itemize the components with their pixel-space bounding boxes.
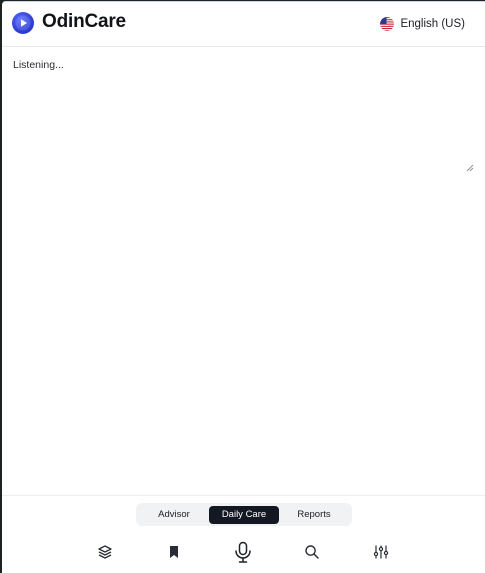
transcript-input[interactable] — [2, 48, 485, 174]
filters-button[interactable] — [369, 540, 393, 564]
bookmark-button[interactable] — [162, 540, 186, 564]
language-selector[interactable]: English (US) — [380, 15, 465, 33]
search-button[interactable] — [300, 540, 324, 564]
bookmark-icon — [170, 546, 178, 558]
transcript-area — [2, 48, 485, 174]
app-window: OdinCare English (US) Listening... Advis… — [2, 1, 485, 573]
microphone-icon — [235, 541, 251, 563]
header: OdinCare English (US) — [2, 1, 485, 47]
search-icon — [305, 545, 319, 559]
bottom-toolbar — [2, 538, 485, 566]
tab-reports[interactable]: Reports — [279, 506, 349, 524]
sliders-icon — [373, 545, 389, 559]
tab-advisor[interactable]: Advisor — [139, 506, 209, 524]
resize-handle-icon[interactable] — [466, 164, 474, 172]
bottom-bar: Advisor Daily Care Reports — [2, 495, 485, 573]
mode-tabs: Advisor Daily Care Reports — [136, 503, 352, 526]
us-flag-icon — [380, 17, 395, 31]
layers-button[interactable] — [93, 540, 117, 564]
layers-icon — [98, 545, 112, 559]
language-label: English (US) — [400, 18, 465, 30]
tab-daily-care[interactable]: Daily Care — [209, 505, 279, 524]
play-logo-icon — [12, 12, 34, 34]
microphone-button[interactable] — [231, 540, 255, 564]
brand-name: OdinCare — [42, 11, 126, 32]
